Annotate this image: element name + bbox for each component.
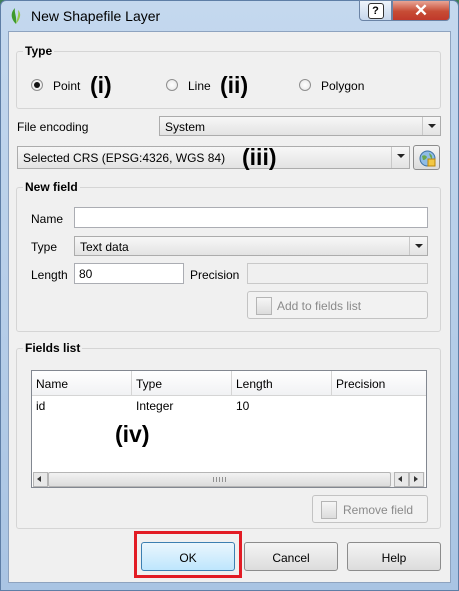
scroll-left-icon[interactable] — [394, 472, 409, 487]
file-encoding-select[interactable]: System — [159, 116, 441, 136]
precision-label: Precision — [190, 268, 240, 282]
close-icon: ✕ — [413, 1, 429, 20]
remove-field-button[interactable]: Remove field — [312, 495, 428, 523]
question-icon: ? — [367, 3, 384, 19]
name-input[interactable] — [74, 207, 428, 228]
cancel-button[interactable]: Cancel — [244, 542, 338, 571]
remove-field-label: Remove field — [343, 503, 414, 517]
table-cell-length[interactable]: 10 — [236, 399, 249, 413]
precision-input[interactable] — [247, 263, 428, 284]
length-input[interactable]: 80 — [74, 263, 184, 284]
type-label: Type — [31, 240, 58, 254]
close-button[interactable]: ✕ — [392, 0, 450, 21]
radio-line-label[interactable]: Line — [188, 79, 211, 93]
field-type-select[interactable]: Text data — [74, 236, 428, 256]
field-type-value: Text data — [80, 240, 129, 254]
type-group-legend: Type — [25, 44, 53, 58]
radio-point-label[interactable]: Point — [53, 79, 80, 93]
add-to-fields-button[interactable]: Add to fields list — [247, 291, 428, 319]
annotation-ii: (ii) — [220, 72, 249, 98]
select-crs-button[interactable] — [413, 145, 440, 170]
length-input-value: 80 — [79, 267, 93, 281]
cancel-label: Cancel — [272, 551, 310, 565]
chevron-down-icon — [422, 117, 440, 135]
fields-list-legend: Fields list — [25, 341, 81, 355]
file-encoding-label: File encoding — [17, 120, 89, 134]
crs-select[interactable]: Selected CRS (EPSG:4326, WGS 84) — [17, 146, 410, 169]
remove-field-icon — [321, 501, 337, 519]
qgis-logo-icon — [8, 7, 24, 25]
radio-line[interactable] — [166, 79, 178, 91]
title-help-button[interactable]: ? — [359, 0, 392, 21]
title-bar[interactable]: New Shapefile Layer ? ✕ — [0, 0, 459, 30]
radio-point[interactable] — [31, 79, 43, 91]
fields-table[interactable]: Name Type Length Precision id Integer 10… — [31, 370, 427, 488]
radio-polygon[interactable] — [299, 79, 311, 91]
scroll-right-icon[interactable] — [409, 472, 424, 487]
help-button[interactable]: Help — [347, 542, 441, 571]
ok-highlight-box — [134, 531, 242, 578]
add-to-fields-label: Add to fields list — [277, 299, 362, 313]
annotation-iv: (iv) — [115, 421, 150, 447]
chevron-down-icon — [391, 147, 409, 168]
help-label: Help — [381, 551, 407, 565]
annotation-i: (i) — [90, 72, 112, 98]
name-label: Name — [31, 212, 64, 226]
column-header-precision[interactable]: Precision — [332, 371, 426, 396]
table-cell-name[interactable]: id — [36, 399, 45, 413]
add-field-icon — [256, 297, 272, 315]
new-field-legend: New field — [25, 180, 78, 194]
column-header-length[interactable]: Length — [232, 371, 332, 396]
column-header-name[interactable]: Name — [32, 371, 132, 396]
scroll-left-icon[interactable] — [33, 472, 48, 487]
crs-value: Selected CRS (EPSG:4326, WGS 84) — [23, 151, 226, 165]
horizontal-scrollbar[interactable] — [33, 472, 425, 487]
chevron-down-icon — [409, 237, 427, 255]
file-encoding-value: System — [165, 120, 206, 134]
column-header-type[interactable]: Type — [132, 371, 232, 396]
annotation-iii: (iii) — [242, 144, 277, 170]
length-label: Length — [31, 268, 68, 282]
scrollbar-thumb[interactable] — [48, 472, 391, 487]
table-cell-type[interactable]: Integer — [136, 399, 173, 413]
radio-polygon-label[interactable]: Polygon — [321, 79, 364, 93]
window-title: New Shapefile Layer — [31, 8, 161, 24]
globe-crs-icon — [419, 150, 436, 167]
